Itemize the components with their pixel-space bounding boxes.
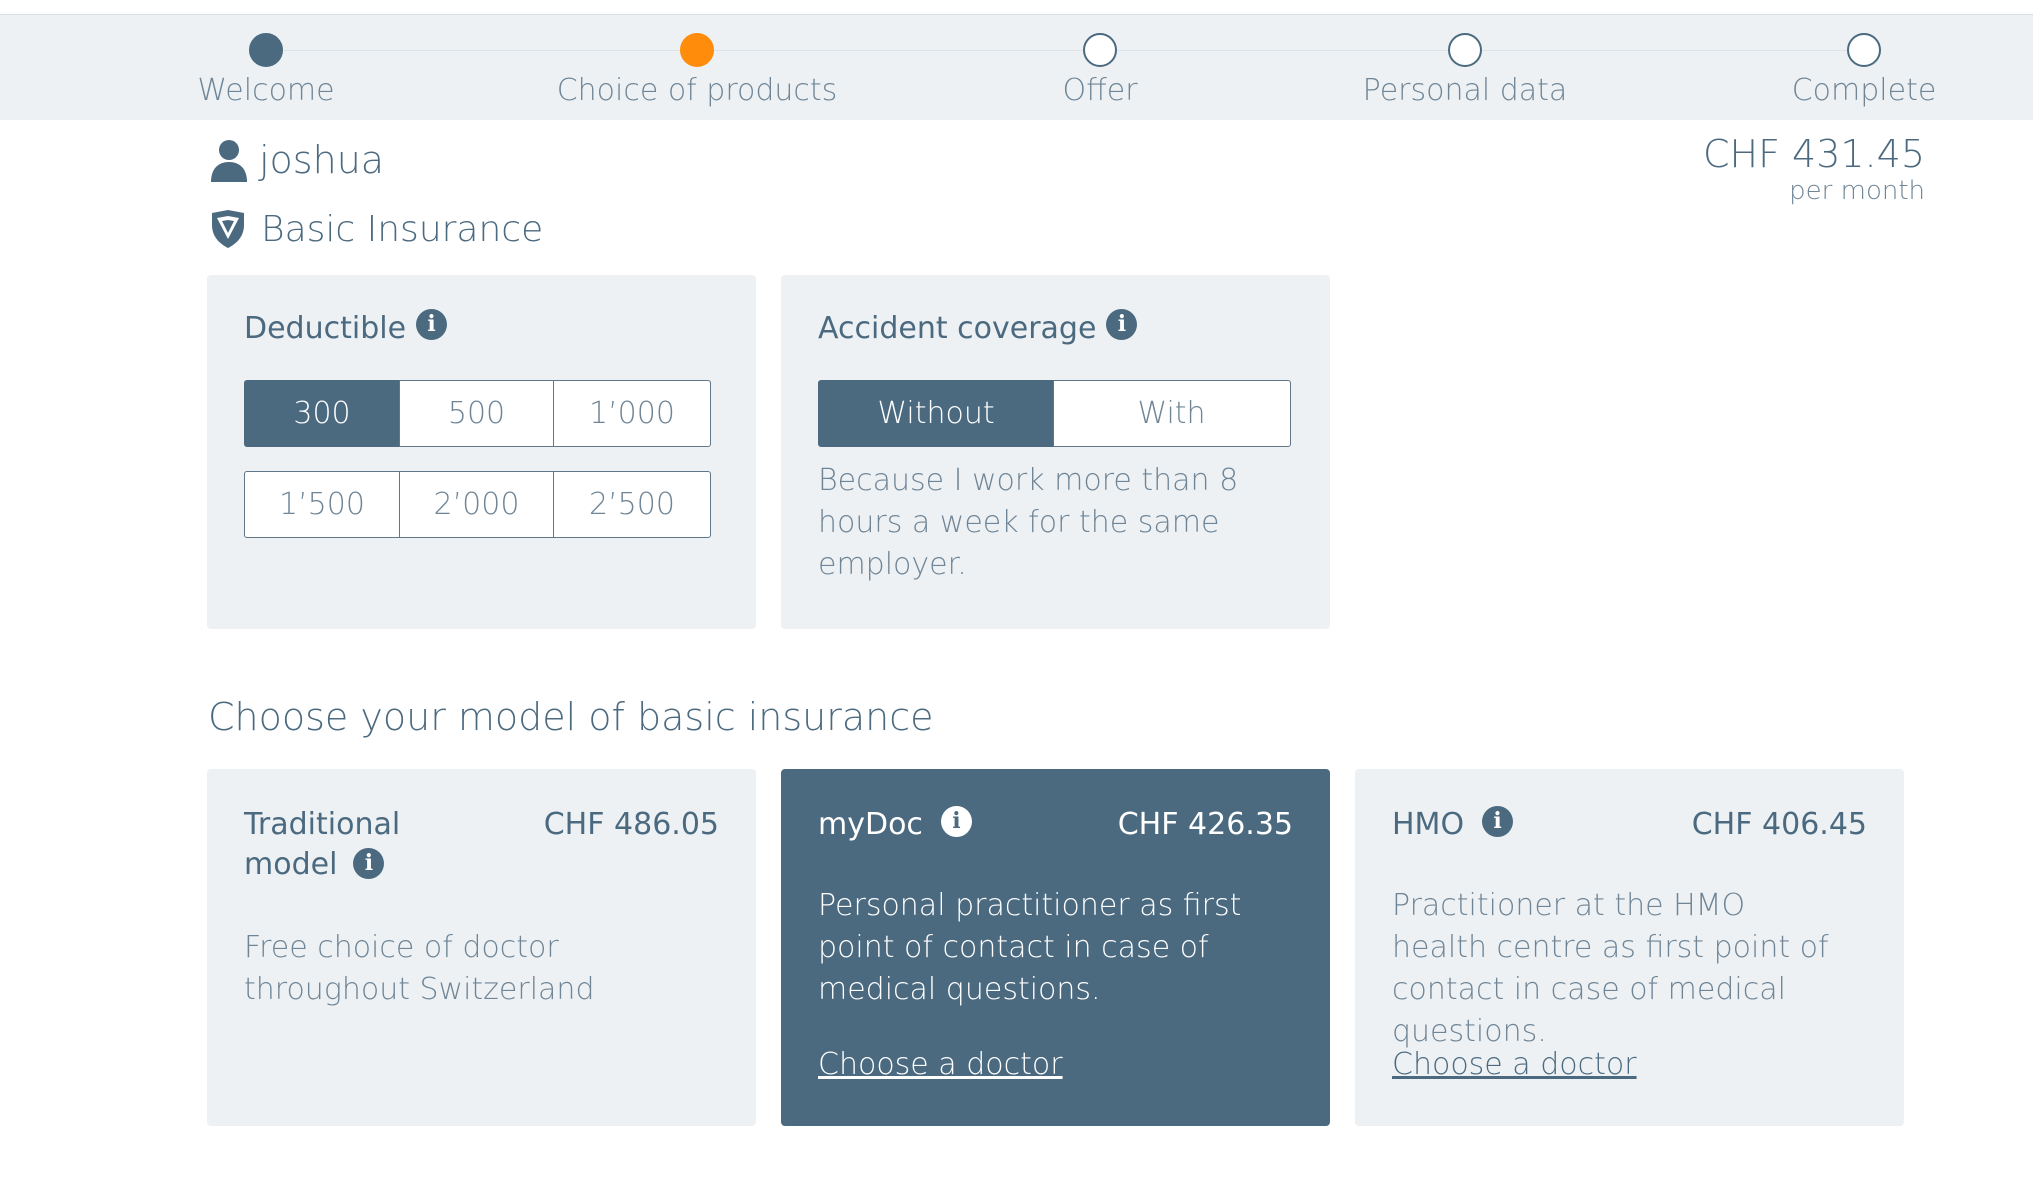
model-price: CHF 426.35	[1117, 807, 1293, 842]
model-description: Personal practitioner as first point of …	[818, 888, 1242, 1007]
deductible-option-2000[interactable]: 2’000	[398, 471, 555, 538]
premium-amount: CHF 431.45	[1702, 132, 1925, 176]
model-card-traditional[interactable]: Traditional model i CHF 486.05 Free choi…	[207, 769, 756, 1126]
deductible-option-2500[interactable]: 2’500	[553, 471, 711, 538]
deductible-options-row-1: 300 500 1’000	[244, 380, 711, 447]
model-name-line: HMO	[1392, 807, 1465, 842]
monthly-premium: CHF 431.45 per month	[1703, 130, 1925, 204]
model-name-line: model	[244, 847, 338, 882]
model-card-hmo[interactable]: HMO i CHF 406.45 Practitioner at the HMO…	[1355, 769, 1904, 1126]
accident-option-without[interactable]: Without	[818, 380, 1054, 447]
mydoc-info-icon[interactable]: i	[940, 805, 972, 837]
premium-period: per month	[1789, 176, 1925, 206]
step-dot-todo	[1847, 33, 1881, 67]
model-name: Traditional model i	[244, 805, 400, 885]
model-name-line: myDoc	[818, 807, 923, 842]
deductible-card: Deductible i 300 500 1’000 1’500 2’000 2…	[207, 275, 756, 629]
hmo-info-icon[interactable]: i	[1482, 805, 1514, 837]
shield-icon	[212, 210, 244, 248]
step-label: Offer	[1062, 73, 1138, 108]
step-label: Complete	[1791, 73, 1937, 108]
model-price: CHF 406.45	[1691, 807, 1867, 842]
section-title: Basic Insurance	[261, 208, 544, 250]
deductible-option-500[interactable]: 500	[398, 380, 555, 447]
model-card-mydoc[interactable]: myDoc i CHF 426.35 Personal practitioner…	[781, 769, 1330, 1126]
deductible-option-300[interactable]: 300	[244, 380, 400, 447]
section-basic-insurance: Basic Insurance	[209, 204, 543, 254]
model-price: CHF 486.05	[543, 807, 719, 842]
deductible-title: Deductible i	[244, 309, 448, 346]
model-description: Free choice of doctor throughout Switzer…	[244, 930, 595, 1007]
accident-title: Accident coverage i	[818, 309, 1138, 346]
choose-doctor-link[interactable]: Choose a doctor	[1392, 1047, 1637, 1082]
traditional-info-icon[interactable]: i	[353, 847, 385, 879]
user-profile: joshua	[209, 135, 384, 185]
deductible-label: Deductible	[244, 311, 407, 346]
step-label: Choice of products	[556, 73, 838, 108]
deductible-option-1500[interactable]: 1’500	[244, 471, 400, 538]
step-choice-of-products[interactable]: Choice of products	[517, 33, 877, 108]
model-name: myDoc i	[818, 805, 972, 845]
accident-label: Accident coverage	[818, 311, 1097, 346]
deductible-options-row-2: 1’500 2’000 2’500	[244, 471, 711, 538]
step-label: Welcome	[197, 73, 335, 108]
step-welcome[interactable]: Welcome	[86, 33, 446, 108]
accident-info-icon[interactable]: i	[1106, 309, 1138, 340]
step-dot-todo	[1083, 33, 1117, 67]
model-name-line-wrap: model i	[244, 845, 400, 885]
progress-stepper: Welcome Choice of products Offer Persona…	[0, 15, 2033, 120]
deductible-option-1000[interactable]: 1’000	[553, 380, 711, 447]
accident-note: Because I work more than 8 hours a week …	[818, 463, 1239, 582]
step-dot-todo	[1448, 33, 1482, 67]
step-personal-data: Personal data	[1285, 33, 1645, 108]
accident-option-with[interactable]: With	[1052, 380, 1291, 447]
step-dot-done	[249, 33, 283, 67]
model-name-line: Traditional	[244, 807, 401, 842]
step-label: Personal data	[1362, 73, 1568, 108]
model-description: Practitioner at the HMO health centre as…	[1392, 888, 1829, 1049]
models-heading: Choose your model of basic insurance	[208, 695, 934, 739]
choose-doctor-link[interactable]: Choose a doctor	[818, 1047, 1063, 1082]
user-name: joshua	[259, 138, 385, 182]
deductible-info-icon[interactable]: i	[416, 309, 448, 340]
user-icon	[211, 140, 247, 182]
accident-options: Without With	[818, 380, 1291, 447]
step-dot-active	[680, 33, 714, 67]
step-complete: Complete	[1684, 33, 2033, 108]
accident-coverage-card: Accident coverage i Without With Because…	[781, 275, 1330, 629]
step-offer: Offer	[920, 33, 1280, 108]
model-name: HMO i	[1392, 805, 1514, 845]
